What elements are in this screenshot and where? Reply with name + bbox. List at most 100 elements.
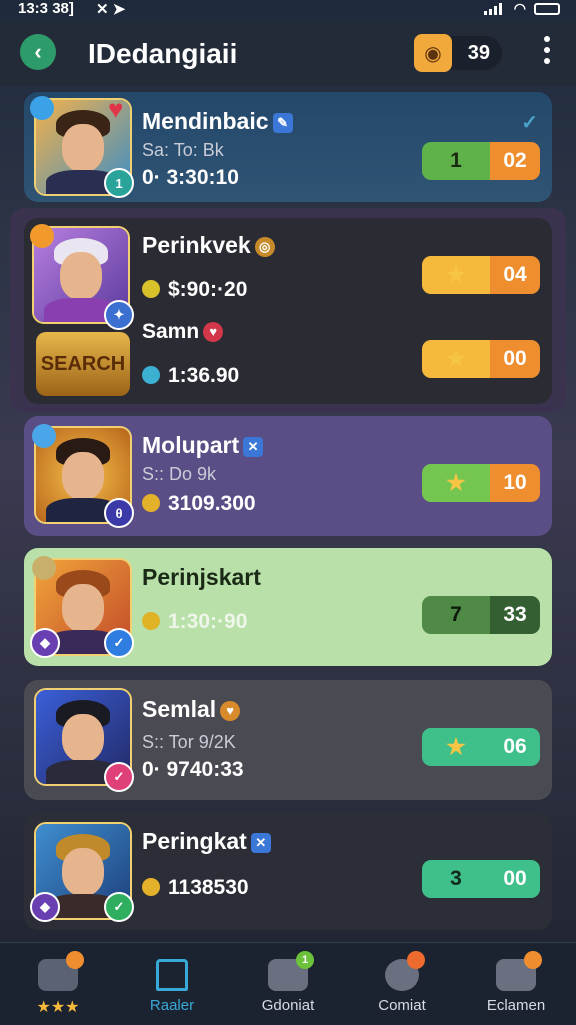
nav-item-home[interactable]: Raaler [122, 943, 222, 1025]
nav-label: Comiat [378, 997, 426, 1014]
player-card[interactable]: ◆ ✓ Perinjskart 1:30:·90 7 33 [24, 548, 552, 666]
check-badge: ✓ [104, 628, 134, 658]
notification-badge [66, 951, 84, 969]
player-stat: 1:30:·90 [142, 610, 247, 634]
secondary-name: Samn ♥ [142, 320, 224, 344]
signal-icon [483, 2, 506, 15]
battery-icon [534, 2, 560, 15]
medal-icon [142, 280, 160, 298]
score-right: 00 [490, 340, 540, 378]
star-icon: ★ [422, 728, 490, 766]
more-vertical-icon[interactable] [542, 36, 552, 64]
back-button[interactable]: ‹ [20, 34, 56, 70]
swords-icon: ✕ [243, 436, 264, 457]
guild-emblem: SEARCH [36, 332, 130, 396]
score-pill[interactable]: ★ 10 [422, 464, 540, 502]
check-shield-icon: 1 [268, 951, 314, 991]
player-subtitle: S:: Do 9k [142, 464, 217, 484]
player-subtitle: Sa: To: Bk [142, 140, 224, 160]
notification-badge: 1 [296, 951, 314, 969]
score-left: 3 [422, 860, 490, 898]
nav-label: Raaler [149, 997, 195, 1014]
crown-icon [142, 494, 160, 512]
player-subtitle: S:: Tor 9/2K [142, 732, 236, 752]
score-right: 00 [490, 860, 540, 898]
nav-item-check[interactable]: 1 Gdoniat [238, 943, 338, 1025]
player-name: Perinkvek ◎ [142, 232, 275, 259]
heart-icon: ♥ [108, 94, 124, 124]
gem-icon [32, 424, 56, 448]
pencil-icon: ✎ [272, 112, 293, 133]
arrow-left-icon: ‹ [34, 39, 42, 64]
coin-value: 39 [467, 42, 490, 64]
player-name: Mendinbaic ✎ [142, 108, 293, 135]
score-pill[interactable]: ★ 04 [422, 256, 540, 294]
score-left: 7 [422, 596, 490, 634]
score-right: 02 [490, 142, 540, 180]
score-pill[interactable]: ★ 06 [422, 728, 540, 766]
nav-stars: ★★★ [36, 999, 80, 1016]
check-icon: ✓ [521, 112, 538, 134]
crown-icon [142, 878, 160, 896]
home-icon [156, 959, 188, 991]
coin-icon: ◎ [254, 236, 275, 257]
score-pill[interactable]: 7 33 [422, 596, 540, 634]
nav-item-chat[interactable]: Comiat [352, 943, 452, 1025]
score-right: 04 [490, 256, 540, 294]
shield-badge: ◆ [30, 628, 60, 658]
player-name: Peringkat ✕ [142, 828, 271, 855]
heart-gem-icon: ♥ [203, 322, 224, 343]
player-stat: 3109.300 [142, 492, 256, 516]
nav-item-inbox[interactable]: Eclamen [466, 943, 566, 1025]
level-badge: 1 [104, 168, 134, 198]
nav-label: Gdoniat [261, 997, 315, 1014]
status-bar: 13:3 38] ✕ ➤ ◠ [0, 0, 576, 22]
player-name: Molupart ✕ [142, 432, 264, 459]
heart-icon: ♥ [220, 700, 241, 721]
ring-icon [32, 556, 56, 580]
treasure-icon: ◉ [414, 34, 452, 72]
wifi-icon: ◠ [513, 0, 526, 16]
player-name: Perinjskart [142, 564, 261, 590]
level-badge: ✦ [104, 300, 134, 330]
score-right: 06 [490, 728, 540, 766]
check-badge: ✓ [104, 762, 134, 792]
score-pill[interactable]: ★ 00 [422, 340, 540, 378]
star-icon: ★ [422, 256, 490, 294]
player-card[interactable]: θ Molupart ✕ S:: Do 9k 3109.300 ★ 10 [24, 416, 552, 536]
player-stat: 0· 3:30:10 [142, 166, 239, 189]
score-pill[interactable]: 1 02 [422, 142, 540, 180]
player-card[interactable]: ◆ ✓ Peringkat ✕ 1138530 3 00 [24, 812, 552, 930]
coin-counter[interactable]: ◉ 39 [414, 34, 502, 72]
gem-icon [30, 96, 54, 120]
player-stat: $:90:·20 [142, 278, 247, 302]
nav-item-castle[interactable]: ★★★ [8, 943, 108, 1025]
check-badge: ✓ [104, 892, 134, 922]
star-icon: ★ [422, 340, 490, 378]
castle-icon [38, 951, 84, 991]
header: ‹ IDedangiaii ◉ 39 [0, 22, 576, 86]
nav-label: Eclamen [486, 997, 546, 1014]
player-card-inner[interactable]: ✦ SEARCH Perinkvek ◎ $:90:·20 Samn ♥ 1:36.… [24, 218, 552, 404]
bottom-nav: ★★★ Raaler 1 Gdoniat Comiat Eclamen [0, 942, 576, 1025]
score-right: 10 [490, 464, 540, 502]
player-card[interactable]: ✓ Semlal ♥ S:: Tor 9/2K 0· 9740:33 ★ 06 [24, 680, 552, 800]
level-badge: θ [104, 498, 134, 528]
score-right: 33 [490, 596, 540, 634]
status-time: 13:3 38] [18, 0, 74, 17]
score-left: 1 [422, 142, 490, 180]
inbox-icon [496, 951, 542, 991]
shield-badge: ◆ [30, 892, 60, 922]
player-stat: 1138530 [142, 876, 249, 900]
player-stat: 0· 9740:33 [142, 758, 244, 781]
star-icon: ★ [422, 464, 490, 502]
notification-badge [407, 951, 425, 969]
player-card[interactable]: ♥ 1 Mendinbaic ✎ Sa: To: Bk 0· 3:30:10 ✓ … [24, 92, 552, 202]
page-title: IDedangiaii [88, 38, 238, 69]
swords-icon: ✕ [250, 832, 271, 853]
score-pill[interactable]: 3 00 [422, 860, 540, 898]
player-name: Semlal ♥ [142, 696, 241, 723]
medal-icon [142, 612, 160, 630]
flame-icon [30, 224, 54, 248]
status-glyphs: ✕ ➤ [96, 1, 126, 18]
